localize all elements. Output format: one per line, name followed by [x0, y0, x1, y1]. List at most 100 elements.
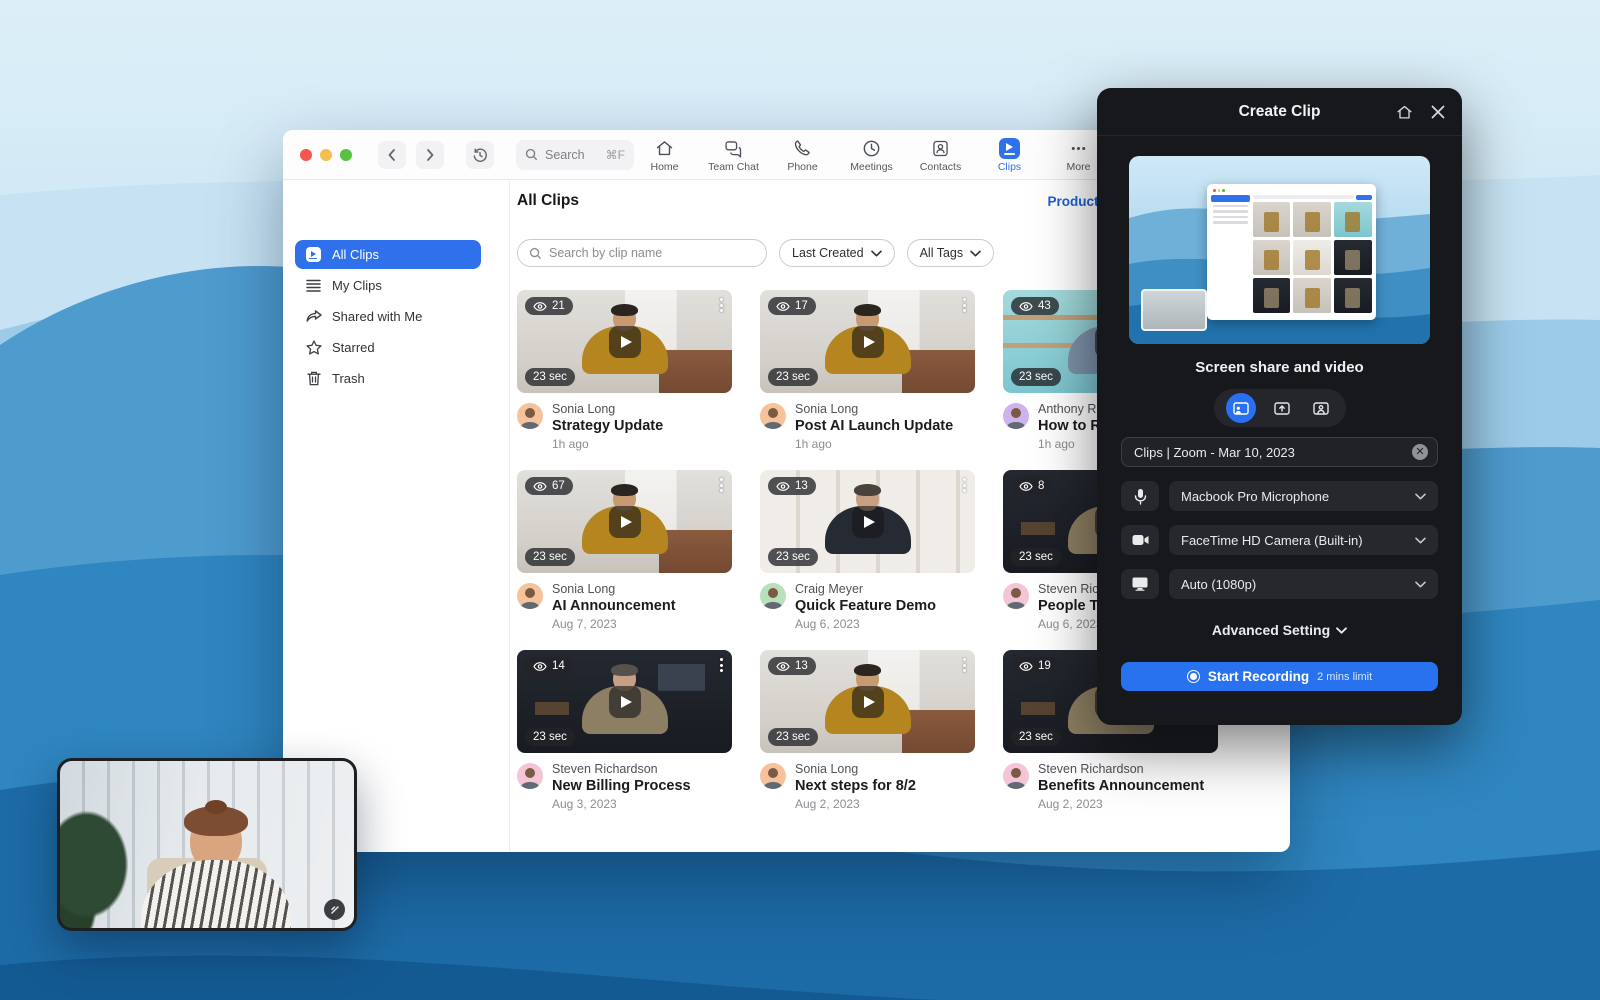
close-icon[interactable] [1430, 104, 1446, 120]
page-title: All Clips [517, 192, 579, 210]
duration-badge: 23 sec [768, 548, 818, 566]
clip-card[interactable]: 13 23 sec Craig Meyer Quick Feature Demo… [760, 470, 975, 631]
clip-card[interactable]: 17 23 sec Sonia Long Post AI Launch Upda… [760, 290, 975, 451]
clip-thumbnail[interactable]: 13 23 sec [760, 650, 975, 753]
chevron-down-icon [1415, 493, 1426, 500]
clip-card[interactable]: 67 23 sec Sonia Long AI Announcement Aug… [517, 470, 732, 631]
play-button[interactable] [609, 506, 641, 538]
avatar [1003, 763, 1029, 789]
clip-menu-icon[interactable] [960, 295, 969, 315]
traffic-lights[interactable] [300, 149, 352, 161]
eye-icon [1019, 482, 1033, 491]
microphone-icon [1121, 481, 1159, 511]
clip-author: Steven Richardson [552, 762, 691, 776]
tab-team-chat[interactable]: Team Chat [699, 138, 768, 173]
clip-date: Aug 2, 2023 [795, 797, 916, 811]
recording-preview [1129, 156, 1430, 344]
tab-contacts[interactable]: Contacts [906, 138, 975, 173]
clip-title[interactable]: Next steps for 8/2 [795, 778, 916, 794]
advanced-setting-toggle[interactable]: Advanced Setting [1097, 622, 1462, 638]
view-count-badge: 13 [768, 657, 816, 675]
clip-thumbnail[interactable]: 67 23 sec [517, 470, 732, 573]
clip-card[interactable]: 14 23 sec Steven Richardson New Billing … [517, 650, 732, 811]
webcam-preview[interactable] [57, 758, 357, 931]
clip-menu-icon[interactable] [960, 655, 969, 675]
sidebar-item-starred[interactable]: Starred [295, 333, 497, 362]
play-button[interactable] [852, 326, 884, 358]
panel-title: Create Clip [1239, 103, 1321, 121]
camera-icon [1121, 525, 1159, 555]
more-icon [1068, 138, 1089, 159]
clip-menu-icon[interactable] [717, 295, 726, 315]
clip-thumbnail[interactable]: 21 23 sec [517, 290, 732, 393]
sidebar-item-trash[interactable]: Trash [295, 364, 497, 393]
clip-menu-icon[interactable] [717, 655, 726, 675]
clip-thumbnail[interactable]: 13 23 sec [760, 470, 975, 573]
clear-input-icon[interactable]: ✕ [1412, 444, 1428, 460]
clip-title[interactable]: Quick Feature Demo [795, 598, 936, 614]
play-button[interactable] [609, 686, 641, 718]
clip-search-input[interactable]: Search by clip name [517, 239, 767, 267]
tab-meetings[interactable]: Meetings [837, 138, 906, 173]
avatar [517, 763, 543, 789]
search-icon [529, 247, 542, 260]
clip-title[interactable]: Benefits Announcement [1038, 778, 1204, 794]
resolution-dropdown[interactable]: Auto (1080p) [1169, 569, 1438, 599]
clip-card[interactable]: 13 23 sec Sonia Long Next steps for 8/2 … [760, 650, 975, 811]
camera-dropdown[interactable]: FaceTime HD Camera (Built-in) [1169, 525, 1438, 555]
mode-screen-share-button[interactable] [1269, 395, 1295, 421]
clip-date: 1h ago [795, 437, 953, 451]
sidebar-item-all-clips[interactable]: All Clips [295, 240, 481, 269]
play-button[interactable] [609, 326, 641, 358]
clip-title[interactable]: Post AI Launch Update [795, 418, 953, 434]
mode-screen-and-video-button[interactable] [1226, 393, 1256, 423]
eye-icon [776, 482, 790, 491]
clip-title[interactable]: Strategy Update [552, 418, 663, 434]
start-recording-button[interactable]: Start Recording 2 mins limit [1121, 662, 1438, 691]
clip-menu-icon[interactable] [960, 475, 969, 495]
resize-handle-icon[interactable] [324, 899, 345, 920]
all-clips-icon [305, 246, 322, 263]
avatar [1003, 583, 1029, 609]
sort-filter-dropdown[interactable]: Last Created [779, 239, 895, 267]
clip-card[interactable]: 21 23 sec Sonia Long Strategy Update 1h … [517, 290, 732, 451]
sidebar-item-my-clips[interactable]: My Clips [295, 271, 497, 300]
view-count-badge: 14 [525, 657, 573, 675]
mini-create-clip-button [1356, 195, 1372, 200]
duration-badge: 23 sec [1011, 728, 1061, 746]
view-count-badge: 17 [768, 297, 816, 315]
clip-name-input[interactable]: Clips | Zoom - Mar 10, 2023 ✕ [1121, 437, 1438, 467]
tab-home[interactable]: Home [630, 138, 699, 173]
zoom-window-button[interactable] [340, 149, 352, 161]
minimize-window-button[interactable] [320, 149, 332, 161]
home-icon[interactable] [1395, 103, 1414, 122]
eye-icon [776, 662, 790, 671]
meetings-icon [861, 138, 882, 159]
phone-icon [792, 138, 813, 159]
tab-phone[interactable]: Phone [768, 138, 837, 173]
clip-title[interactable]: New Billing Process [552, 778, 691, 794]
forward-button[interactable] [416, 141, 444, 169]
webcam-person [141, 812, 291, 931]
camera-row: FaceTime HD Camera (Built-in) [1121, 525, 1438, 555]
history-button[interactable] [466, 141, 494, 169]
view-count-badge: 8 [1011, 477, 1052, 495]
microphone-dropdown[interactable]: Macbook Pro Microphone [1169, 481, 1438, 511]
sidebar-item-shared-with-me[interactable]: Shared with Me [295, 302, 497, 331]
play-button[interactable] [852, 686, 884, 718]
clip-thumbnail[interactable]: 17 23 sec [760, 290, 975, 393]
play-button[interactable] [852, 506, 884, 538]
clip-title[interactable]: AI Announcement [552, 598, 676, 614]
clip-thumbnail[interactable]: 14 23 sec [517, 650, 732, 753]
chevron-left-icon [385, 148, 399, 162]
view-count-badge: 43 [1011, 297, 1059, 315]
clip-menu-icon[interactable] [717, 475, 726, 495]
mode-video-only-button[interactable] [1308, 395, 1334, 421]
avatar [760, 763, 786, 789]
global-search-input[interactable]: Search ⌘F [516, 140, 634, 170]
tab-clips[interactable]: Clips [975, 138, 1044, 173]
back-button[interactable] [378, 141, 406, 169]
tag-filter-dropdown[interactable]: All Tags [907, 239, 995, 267]
close-window-button[interactable] [300, 149, 312, 161]
clip-author: Sonia Long [552, 402, 663, 416]
